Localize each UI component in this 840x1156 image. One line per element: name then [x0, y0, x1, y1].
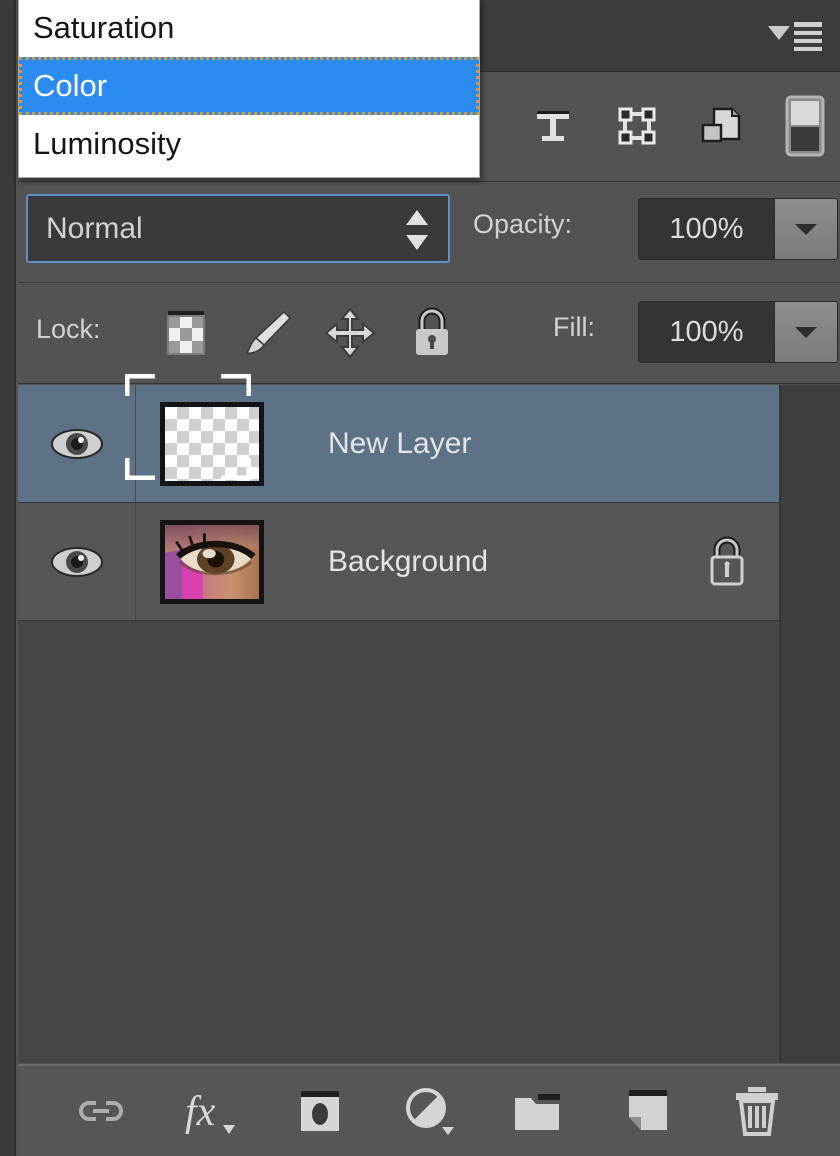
layers-bottom-toolbar: fx — [18, 1064, 840, 1156]
filter-type-shape-icon[interactable] — [610, 99, 664, 153]
eye-icon[interactable] — [18, 385, 136, 502]
layer-list-scrollbar[interactable] — [780, 385, 840, 1063]
list-item[interactable]: New Layer — [288, 427, 675, 461]
transparent-checker-thumbnail — [160, 402, 264, 486]
blend-mode-select[interactable]: Normal — [26, 194, 450, 263]
updown-stepper-icon[interactable] — [404, 209, 430, 251]
new-layer-button[interactable] — [613, 1079, 683, 1143]
lock-transparent-pixels-icon[interactable] — [158, 304, 214, 362]
lock-position-icon[interactable] — [322, 304, 378, 362]
filter-toggle-switch[interactable] — [778, 99, 832, 153]
eye-photo-image — [165, 525, 259, 599]
layer-list-inner: New Layer — [18, 385, 780, 1063]
filter-type-text-icon[interactable] — [526, 99, 580, 153]
blend-mode-row: Normal Opacity: 100% — [18, 183, 840, 283]
menu-item-saturation[interactable]: Saturation — [19, 0, 479, 57]
table-row[interactable]: New Layer — [18, 385, 779, 503]
new-adjustment-layer-button[interactable] — [394, 1079, 464, 1143]
padlock-icon — [675, 535, 779, 589]
checker-pattern — [165, 407, 259, 481]
photoshop-layers-panel: s — [0, 0, 840, 1156]
panel-left-edge — [0, 0, 16, 1156]
blend-mode-dropdown-menu[interactable]: Saturation Color Luminosity — [18, 0, 480, 178]
opacity-value[interactable]: 100% — [639, 199, 774, 259]
blend-mode-value: Normal — [46, 212, 143, 246]
opacity-dropdown-arrow[interactable] — [774, 199, 837, 259]
lock-row: Lock: — [18, 284, 840, 384]
table-row[interactable]: Background — [18, 503, 779, 621]
menu-item-color[interactable]: Color — [19, 57, 479, 115]
svg-text:fx: fx — [185, 1089, 216, 1135]
lock-all-icon[interactable] — [404, 304, 460, 362]
fill-field[interactable]: 100% — [638, 301, 838, 363]
opacity-label: Opacity: — [473, 209, 572, 240]
layer-style-button[interactable]: fx — [175, 1079, 245, 1143]
layer-list: New Layer — [18, 385, 840, 1063]
layers-bottom-buttons: fx — [18, 1066, 840, 1156]
filter-type-smart-object-icon[interactable] — [694, 99, 748, 153]
layer-thumbnail[interactable] — [136, 503, 288, 620]
new-group-button[interactable] — [503, 1079, 573, 1143]
fill-label: Fill: — [553, 312, 595, 343]
lock-icons-group — [158, 302, 460, 364]
eye-icon[interactable] — [18, 503, 136, 620]
menu-item-luminosity[interactable]: Luminosity — [19, 115, 479, 173]
add-layer-mask-button[interactable] — [285, 1079, 355, 1143]
lock-label: Lock: — [36, 314, 101, 345]
fill-value[interactable]: 100% — [639, 302, 774, 362]
lock-image-pixels-icon[interactable] — [240, 304, 296, 362]
layer-filter-icons — [526, 80, 832, 172]
panel-menu-icon[interactable] — [766, 18, 824, 56]
list-item[interactable]: Background — [288, 545, 675, 579]
fill-dropdown-arrow[interactable] — [774, 302, 837, 362]
eye-photo-thumbnail — [160, 520, 264, 604]
opacity-field[interactable]: 100% — [638, 198, 838, 260]
layer-thumbnail[interactable] — [136, 385, 288, 502]
delete-layer-button[interactable] — [722, 1079, 792, 1143]
link-layers-button[interactable] — [66, 1079, 136, 1143]
